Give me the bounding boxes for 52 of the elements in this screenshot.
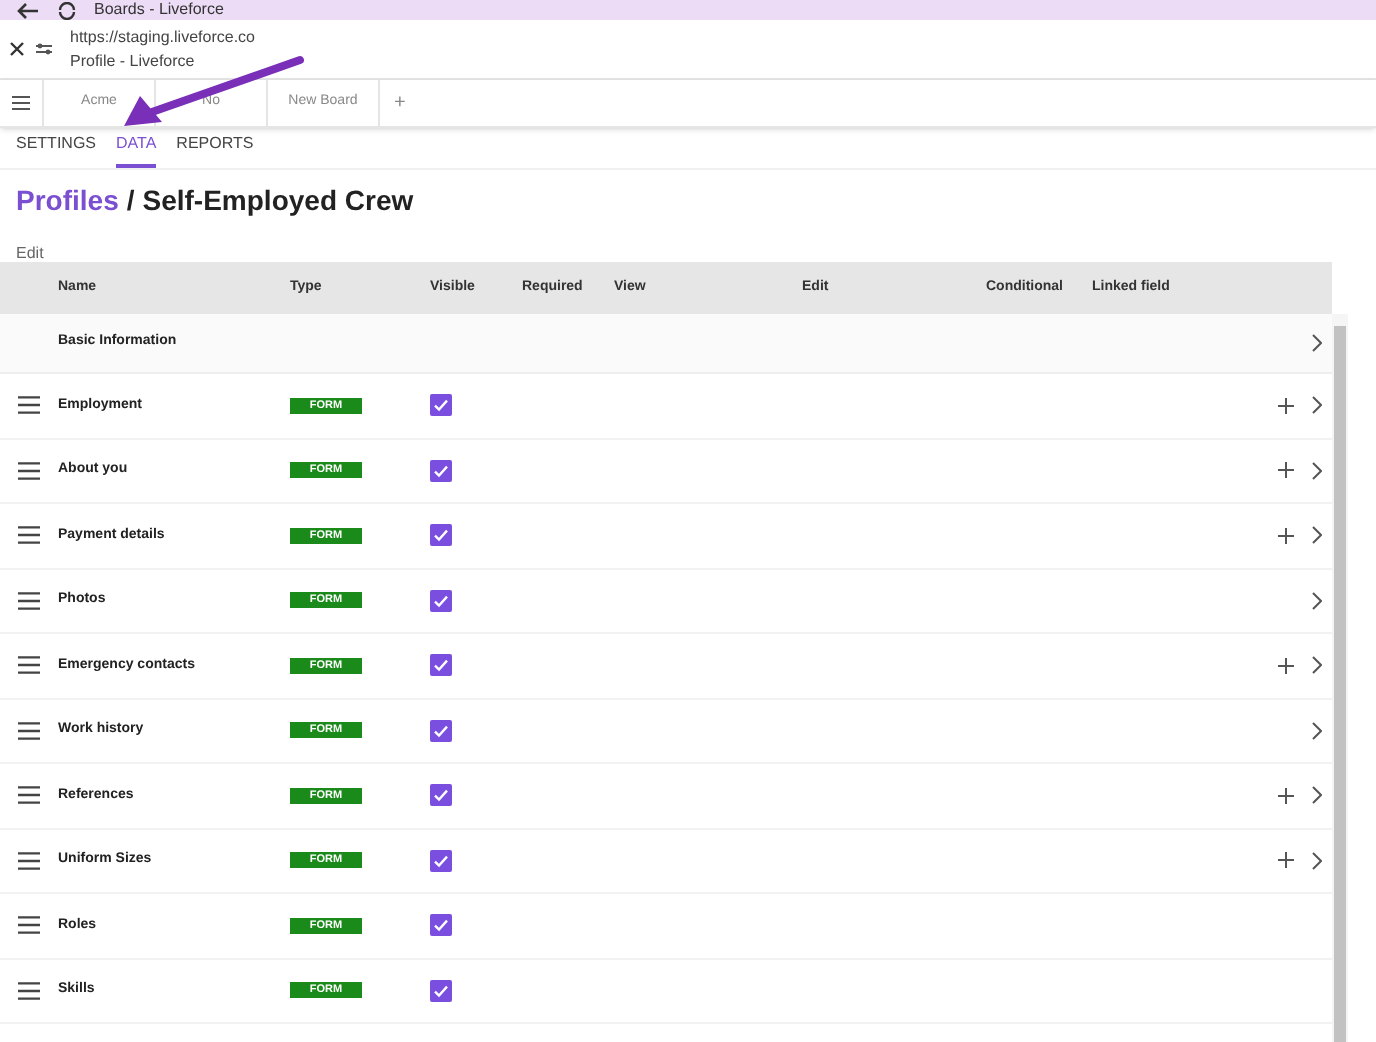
checkbox[interactable] bbox=[430, 524, 452, 547]
checkbox[interactable] bbox=[430, 654, 452, 677]
checkbox[interactable] bbox=[430, 719, 452, 742]
checkbox[interactable] bbox=[430, 849, 452, 872]
add-icon[interactable] bbox=[1278, 852, 1294, 869]
tab[interactable]: SETTINGS bbox=[16, 132, 97, 168]
add-icon[interactable] bbox=[1278, 657, 1294, 674]
checkbox[interactable] bbox=[430, 784, 452, 807]
checkbox[interactable] bbox=[430, 459, 452, 482]
edit-link[interactable]: Edit bbox=[16, 244, 44, 262]
breadcrumb-separator: / bbox=[126, 182, 135, 218]
drag-handle-icon[interactable] bbox=[18, 786, 40, 805]
checkbox[interactable] bbox=[430, 979, 452, 1002]
drag-handle-icon[interactable] bbox=[18, 851, 40, 870]
add-icon[interactable] bbox=[1278, 462, 1294, 479]
add-icon[interactable] bbox=[1278, 787, 1294, 804]
tab[interactable]: REPORTS bbox=[176, 132, 254, 168]
chevron-right-icon[interactable] bbox=[1311, 526, 1321, 545]
page-title: Profile - Liveforce bbox=[70, 49, 197, 73]
breadcrumb-link[interactable]: Profiles bbox=[16, 182, 119, 218]
tab[interactable]: DATA bbox=[116, 132, 157, 168]
drag-handle-icon[interactable] bbox=[18, 591, 40, 610]
chevron-right-icon[interactable] bbox=[1311, 591, 1321, 610]
add-tab-button[interactable]: + bbox=[380, 80, 420, 126]
close-icon[interactable] bbox=[8, 40, 26, 58]
site-settings-icon[interactable] bbox=[34, 40, 54, 58]
chevron-right-icon[interactable] bbox=[1311, 721, 1321, 740]
refresh-icon[interactable] bbox=[56, 1, 78, 19]
chevron-right-icon[interactable] bbox=[1311, 656, 1321, 675]
checkbox[interactable] bbox=[430, 589, 452, 612]
drag-handle-icon[interactable] bbox=[18, 981, 40, 1000]
chevron-right-icon[interactable] bbox=[1311, 396, 1321, 415]
chevron-right-icon[interactable] bbox=[1311, 851, 1321, 870]
chevron-right-icon[interactable] bbox=[1311, 461, 1321, 480]
drag-handle-icon[interactable] bbox=[18, 526, 40, 545]
scrollbar-thumb[interactable] bbox=[1334, 326, 1346, 1042]
drag-handle-icon[interactable] bbox=[18, 461, 40, 480]
page-heading: Self-Employed Crew bbox=[142, 182, 414, 218]
browser-title: Boards - Liveforce bbox=[94, 0, 224, 20]
chevron-right-icon[interactable] bbox=[1311, 786, 1321, 805]
drag-handle-icon[interactable] bbox=[18, 916, 40, 935]
chevron-right-icon[interactable] bbox=[1311, 334, 1321, 352]
menu-icon[interactable] bbox=[12, 96, 30, 110]
drag-handle-icon[interactable] bbox=[18, 656, 40, 675]
add-icon[interactable] bbox=[1278, 397, 1294, 414]
drag-handle-icon[interactable] bbox=[18, 396, 40, 415]
checkbox[interactable] bbox=[430, 914, 452, 937]
checkbox[interactable] bbox=[430, 394, 452, 417]
url-text: https://staging.liveforce.co bbox=[70, 25, 255, 49]
drag-handle-icon[interactable] bbox=[18, 721, 40, 740]
add-icon[interactable] bbox=[1278, 527, 1294, 544]
back-arrow-icon[interactable] bbox=[16, 1, 40, 19]
